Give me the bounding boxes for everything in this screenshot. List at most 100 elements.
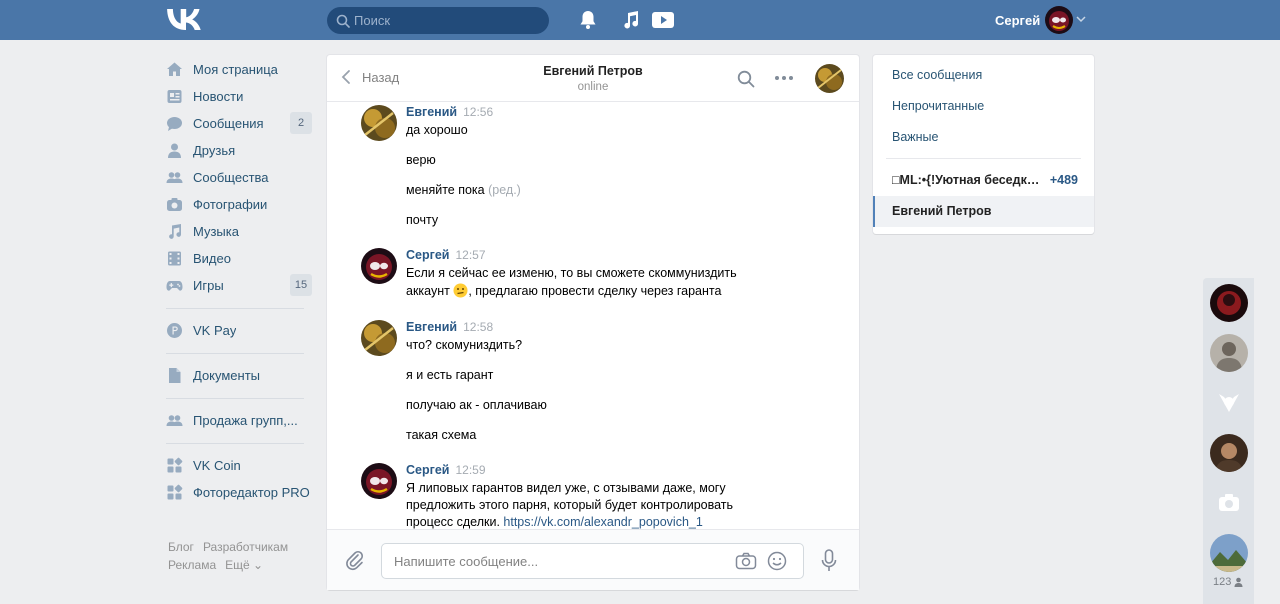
games-badge: 15 [290,274,312,296]
groups-icon [166,172,183,183]
nav-item-label: Продажа групп,... [193,413,298,428]
message-history[interactable]: Евгений 12:56 да хорошо верю меняйте пока… [327,103,859,529]
nav-item-groups[interactable]: Сообщества [166,164,316,191]
vkpay-icon [167,323,182,338]
search-icon [336,14,350,28]
more-icon[interactable] [774,72,794,84]
footer-developers-link[interactable]: Разработчикам [203,540,288,554]
message-text-content: меняйте пока [406,183,485,197]
contact-avatar[interactable] [1210,284,1248,322]
footer-more-link[interactable]: Ещё ⌄ [225,558,263,572]
nav-item-vkpay[interactable]: VK Pay [166,317,316,344]
message-time[interactable]: 12:56 [463,105,493,119]
nav-item-photo-editor[interactable]: Фоторедактор PRO [166,479,316,506]
nav-item-group-sale[interactable]: Продажа групп,... [166,407,316,434]
message-text: почту [406,213,439,227]
contact-avatar[interactable] [1210,434,1248,472]
message-text: да хорошо [406,123,468,137]
message-author[interactable]: Сергей [406,248,449,262]
user-avatar[interactable] [1045,6,1073,34]
conversation-item-active[interactable]: Евгений Петров [873,196,1094,227]
camera-icon[interactable] [735,552,757,570]
author-avatar[interactable] [361,320,397,356]
nav-item-games[interactable]: Игры 15 [166,272,316,299]
conversation-name: □ML:•{!Уютная беседка... [892,173,1044,187]
message-time[interactable]: 12:59 [455,463,485,477]
nav-item-video[interactable]: Видео [166,245,316,272]
message-link[interactable]: https://vk.com/alexandr_popovich_1 [503,515,702,529]
video-icon [168,251,181,266]
online-count-value: 123 [1213,576,1232,588]
microphone-icon[interactable] [821,549,837,573]
messages-filter-panel: Все сообщения Непрочитанные Важные □ML:•… [873,55,1094,234]
nav-item-label: Музыка [193,224,239,239]
contact-avatar[interactable] [1210,334,1248,372]
message-author[interactable]: Евгений [406,320,457,334]
nav-item-label: Новости [193,89,244,104]
news-icon [167,90,182,103]
nav-item-photos[interactable]: Фотографии [166,191,316,218]
chevron-down-icon[interactable] [1076,15,1086,23]
chat-sidebar: 123 [1203,278,1254,604]
nav-item-label: Фоторедактор PRO [193,485,310,500]
message-text: я и есть гарант [406,368,494,382]
vk-logo[interactable] [167,9,201,31]
author-avatar[interactable] [361,463,397,499]
message-text: аккаунт , предлагаю провести сделку чере… [406,283,826,300]
top-bar: Поиск Сергей [0,0,1280,40]
search-icon[interactable] [737,70,755,88]
left-footer: Блог Разработчикам Реклама Ещё ⌄ [168,538,318,574]
nav-item-documents[interactable]: Документы [166,362,316,389]
message-header: Сергей 12:59 [406,463,486,477]
nav-item-messages[interactable]: Сообщения 2 [166,110,316,137]
nav-item-music[interactable]: Музыка [166,218,316,245]
filter-important[interactable]: Важные [873,122,1094,153]
author-avatar[interactable] [361,248,397,284]
nav-item-label: Видео [193,251,231,266]
nav-item-news[interactable]: Новости [166,83,316,110]
author-avatar[interactable] [361,105,397,141]
person-icon [1234,577,1243,587]
contact-avatar[interactable] [1210,384,1248,422]
nav-item-label: Друзья [193,143,236,158]
footer-blog-link[interactable]: Блог [168,540,194,554]
smile-icon[interactable] [767,551,787,571]
message-author[interactable]: Сергей [406,463,449,477]
contact-avatar[interactable] [1210,534,1248,572]
player-play-icon[interactable] [651,10,675,30]
message-text-content: аккаунт [406,284,450,298]
nav-item-my-page[interactable]: Моя страница [166,56,316,83]
nav-item-friends[interactable]: Друзья [166,137,316,164]
message-text: предложить этого парня, который будет ко… [406,498,734,512]
chat-header: Назад Евгений Петров online [327,55,859,102]
filter-all-messages[interactable]: Все сообщения [873,60,1094,91]
message-author[interactable]: Евгений [406,105,457,119]
message-time[interactable]: 12:57 [455,248,485,262]
documents-icon [169,368,181,383]
footer-ads-link[interactable]: Реклама [168,558,216,572]
contact-avatar[interactable] [1210,484,1248,522]
message-text: процесс сделки. https://vk.com/alexandr_… [406,514,826,529]
conversation-item[interactable]: □ML:•{!Уютная беседка... +489 [873,165,1094,196]
messages-icon [167,117,182,131]
nav-item-label: Моя страница [193,62,278,77]
friends-icon [168,143,181,158]
filter-unread[interactable]: Непрочитанные [873,91,1094,122]
nav-item-vk-coin[interactable]: VK Coin [166,452,316,479]
nav-item-label: Сообщества [193,170,269,185]
message-header: Евгений 12:58 [406,320,493,334]
user-name[interactable]: Сергей [995,13,1040,28]
paperclip-icon[interactable] [345,550,365,572]
peer-avatar[interactable] [815,64,844,93]
nav-divider [166,308,304,309]
nav-divider [166,398,304,399]
chat-panel: Назад Евгений Петров online Евгений 12:56… [327,55,859,590]
music-icon[interactable] [620,10,642,30]
games-icon [166,281,183,291]
message-time[interactable]: 12:58 [463,320,493,334]
nav-divider [166,353,304,354]
search-box[interactable]: Поиск [327,7,549,34]
bell-icon[interactable] [577,10,599,30]
message-text: Если я сейчас ее изменю, то вы сможете с… [406,266,737,280]
online-count[interactable]: 123 [1213,576,1243,588]
